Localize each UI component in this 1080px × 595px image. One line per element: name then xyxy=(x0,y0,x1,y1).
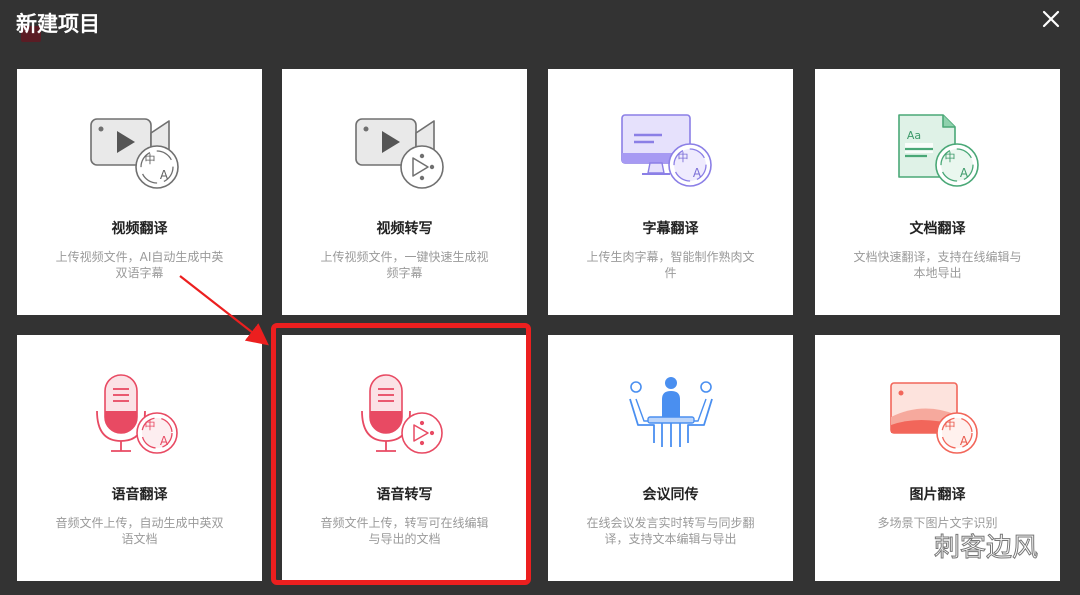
svg-text:A: A xyxy=(159,168,168,182)
card-description: 音频文件上传，自动生成中英双语文档 xyxy=(55,516,224,546)
card-document-translate[interactable]: Aa 中 A 文档翻译 文档快速翻译，支持在线编辑与本地导出 xyxy=(815,69,1060,315)
svg-text:A: A xyxy=(959,434,968,448)
card-title: 视频翻译 xyxy=(111,221,168,237)
card-image-translate[interactable]: 中 A 图片翻译 多场景下图片文字识别 xyxy=(815,335,1060,581)
video-translate-icon: 中 A xyxy=(89,118,179,189)
svg-text:中: 中 xyxy=(944,151,955,164)
video-transcribe-icon xyxy=(354,118,444,189)
document-translate-icon: Aa 中 A xyxy=(897,114,979,187)
card-subtitle-translate[interactable]: 中 A 字幕翻译 上传生肉字幕，智能制作熟肉文件 xyxy=(548,69,793,315)
card-title: 语音转写 xyxy=(376,487,433,503)
dialog-title: 新建项目 xyxy=(16,12,100,36)
card-meeting-interpretation[interactable]: 会议同传 在线会议发言实时转写与同步翻译，支持文本编辑与导出 xyxy=(548,335,793,581)
new-project-dialog: 新建项目 中 A 视频翻译 上传视频文件，AI自动生成中英双语字幕 视频转写 上… xyxy=(0,0,1080,595)
card-description: 多场景下图片文字识别 xyxy=(877,516,998,530)
card-title: 语音翻译 xyxy=(111,487,168,503)
card-description: 在线会议发言实时转写与同步翻译，支持文本编辑与导出 xyxy=(586,516,755,546)
svg-text:A: A xyxy=(692,166,701,180)
svg-text:中: 中 xyxy=(144,153,155,166)
svg-text:A: A xyxy=(159,434,168,448)
card-video-translate[interactable]: 中 A 视频翻译 上传视频文件，AI自动生成中英双语字幕 xyxy=(17,69,262,315)
card-description: 音频文件上传，转写可在线编辑与导出的文档 xyxy=(320,516,489,546)
card-title: 视频转写 xyxy=(376,221,433,237)
image-translate-icon: 中 A xyxy=(889,382,978,454)
svg-text:中: 中 xyxy=(677,151,688,164)
card-description: 上传视频文件，AI自动生成中英双语字幕 xyxy=(55,250,224,280)
subtitle-translate-icon: 中 A xyxy=(620,114,712,187)
card-description: 上传生肉字幕，智能制作熟肉文件 xyxy=(586,250,755,280)
svg-text:A: A xyxy=(959,166,968,180)
card-title: 会议同传 xyxy=(642,487,699,503)
card-title: 文档翻译 xyxy=(909,221,966,237)
svg-text:Aa: Aa xyxy=(906,129,920,142)
card-video-transcribe[interactable]: 视频转写 上传视频文件，一键快速生成视频字幕 xyxy=(282,69,527,315)
card-description: 文档快速翻译，支持在线编辑与本地导出 xyxy=(853,250,1022,280)
close-icon xyxy=(1042,10,1060,28)
card-description: 上传视频文件，一键快速生成视频字幕 xyxy=(320,250,489,280)
card-title: 字幕翻译 xyxy=(642,221,699,237)
svg-text:中: 中 xyxy=(144,419,155,432)
card-speech-translate[interactable]: 中 A 语音翻译 音频文件上传，自动生成中英双语文档 xyxy=(17,335,262,581)
svg-text:中: 中 xyxy=(944,419,955,432)
meeting-interpretation-icon xyxy=(628,377,713,447)
close-button[interactable] xyxy=(1038,6,1064,32)
card-title: 图片翻译 xyxy=(909,487,966,503)
card-speech-transcribe[interactable]: 语音转写 音频文件上传，转写可在线编辑与导出的文档 xyxy=(282,335,527,581)
speech-translate-icon: 中 A xyxy=(95,374,178,454)
speech-transcribe-icon xyxy=(360,374,443,454)
